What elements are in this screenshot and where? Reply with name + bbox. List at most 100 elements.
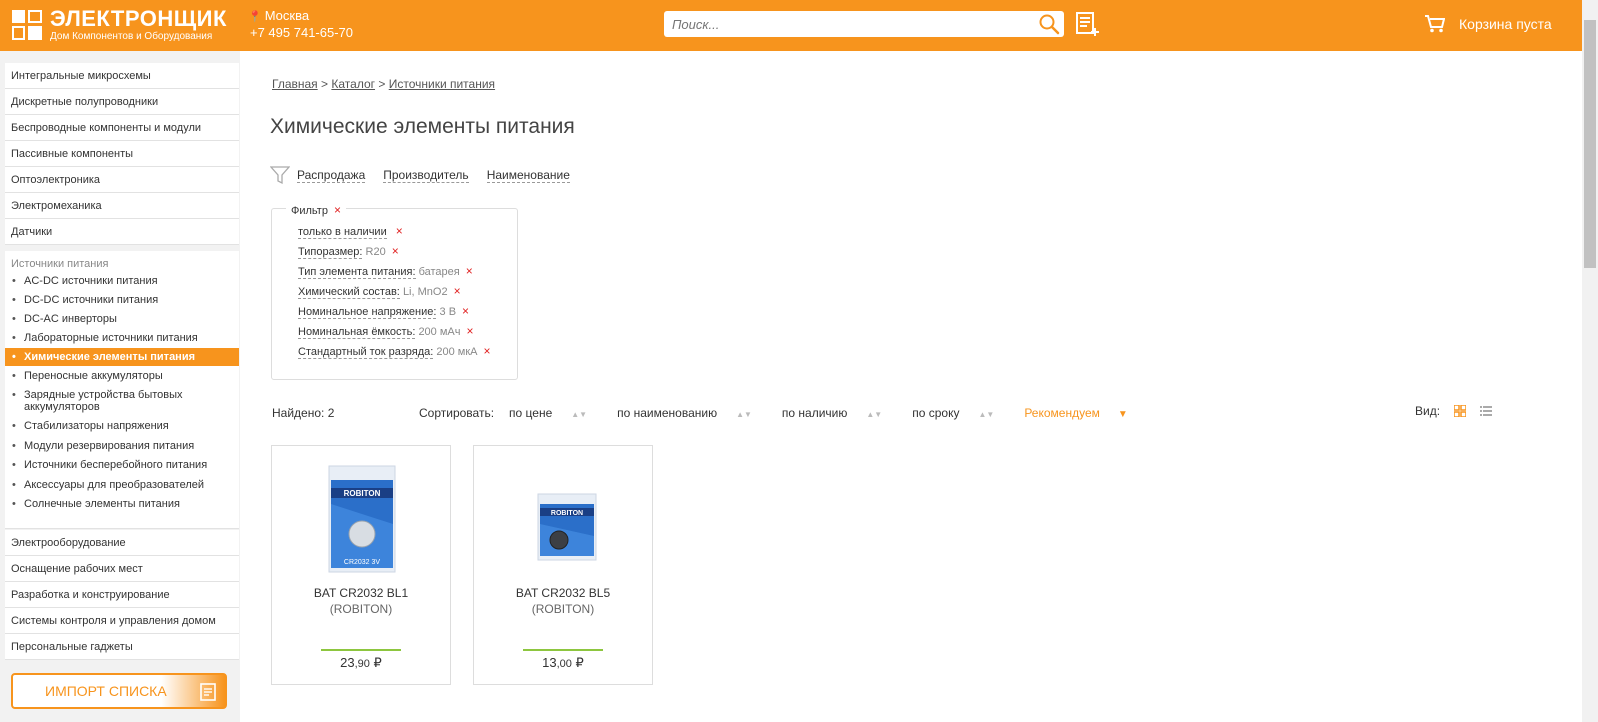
sidebar-item[interactable]: Пассивные компоненты xyxy=(5,141,239,167)
logo[interactable]: ЭЛЕКТРОНЩИК Дом Компонентов и Оборудован… xyxy=(12,5,227,42)
remove-filter-icon[interactable]: × xyxy=(466,324,473,338)
import-list-button[interactable]: ИМПОРТ СПИСКА xyxy=(11,673,227,709)
search-icon[interactable] xyxy=(1038,13,1060,35)
breadcrumb-current[interactable]: Источники питания xyxy=(389,77,495,91)
sidebar-subitem-active[interactable]: Химические элементы питания xyxy=(5,348,239,366)
cart-label: Корзина пуста xyxy=(1459,16,1552,32)
sort-by-term[interactable]: по сроку ▲▼ xyxy=(912,406,1009,420)
page-scrollbar[interactable] xyxy=(1582,0,1598,722)
svg-text:CR2032 3V: CR2032 3V xyxy=(344,559,381,566)
sidebar-subitem[interactable]: Переносные аккумуляторы xyxy=(5,370,239,382)
filter-chip: Типоразмер: R20 × xyxy=(298,244,399,259)
sidebar-subitem[interactable]: AC-DC источники питания xyxy=(5,275,239,287)
product-brand: (ROBITON) xyxy=(531,602,595,616)
filter-link-name[interactable]: Наименование xyxy=(486,168,570,183)
view-switcher: Вид: xyxy=(1415,404,1493,418)
sidebar-subitem[interactable]: Источники бесперебойного питания xyxy=(5,459,239,471)
filter-chip: только в наличии × xyxy=(298,224,403,239)
filter-chip: Тип элемента питания: батарея × xyxy=(298,264,473,279)
sidebar-item[interactable]: Интегральные микросхемы xyxy=(5,63,239,89)
results-count: Найдено: 2 xyxy=(272,406,335,420)
logo-name: ЭЛЕКТРОНЩИК xyxy=(50,5,227,31)
product-name[interactable]: BAT CR2032 BL1 xyxy=(272,586,450,600)
availability-bar xyxy=(321,649,401,651)
filter-link-sale[interactable]: Распродажа xyxy=(297,168,366,183)
sort-by-price[interactable]: по цене ▲▼ xyxy=(509,406,602,420)
product-price: 13,00 ₽ xyxy=(542,655,584,670)
phone-number[interactable]: +7 495 741-65-70 xyxy=(250,25,353,40)
sort-by-name[interactable]: по наименованию ▲▼ xyxy=(617,406,767,420)
filter-chip: Номинальное напряжение: 3 В × xyxy=(298,304,470,319)
sort-arrows-icon: ▲▼ xyxy=(866,410,883,419)
sort-arrows-icon: ▲▼ xyxy=(736,410,752,419)
cart-icon xyxy=(1425,15,1445,33)
sidebar-item[interactable]: Персональные гаджеты xyxy=(5,634,239,660)
import-list-icon xyxy=(200,683,216,701)
filter-funnel-icon xyxy=(270,166,290,185)
import-list-label: ИМПОРТ СПИСКА xyxy=(45,683,167,699)
filter-chip: Стандартный ток разряда: 200 мкА × xyxy=(298,344,491,359)
sort-arrows-icon: ▲▼ xyxy=(571,410,588,419)
city-selector[interactable]: 📍 Москва xyxy=(248,8,309,25)
catalog-sidebar: Интегральные микросхемы Дискретные полуп… xyxy=(0,51,240,722)
grid-view-icon[interactable] xyxy=(1454,405,1467,417)
sidebar-item[interactable]: Беспроводные компоненты и модули xyxy=(5,115,239,141)
product-brand: (ROBITON) xyxy=(329,602,393,616)
sidebar-subitem[interactable]: Аксессуары для преобразователей xyxy=(5,479,239,491)
remove-filter-icon[interactable]: × xyxy=(462,304,469,318)
product-name[interactable]: BAT CR2032 BL5 xyxy=(474,586,652,600)
sidebar-subitem[interactable]: Лабораторные источники питания xyxy=(5,332,239,344)
filter-chip: Номинальная ёмкость: 200 мАч × xyxy=(298,324,474,339)
product-price: 23,90 ₽ xyxy=(340,655,382,670)
sort-by-availability[interactable]: по наличию ▲▼ xyxy=(782,406,897,420)
page-title: Химические элементы питания xyxy=(270,115,575,138)
sort-down-icon: ▼ xyxy=(1117,409,1128,420)
search-box xyxy=(664,11,1064,37)
view-label: Вид: xyxy=(1415,404,1441,418)
sidebar-item[interactable]: Электрооборудование xyxy=(5,530,239,556)
remove-filter-icon[interactable]: × xyxy=(392,244,399,258)
sidebar-item[interactable]: Дискретные полупроводники xyxy=(5,89,239,115)
sort-label: Сортировать: xyxy=(419,406,495,420)
breadcrumb: Главная > Каталог > Источники питания xyxy=(272,77,496,91)
sidebar-subitem[interactable]: DC-AC инверторы xyxy=(5,313,239,325)
product-image[interactable]: ROBITON CR2032 3V xyxy=(327,464,397,574)
remove-filter-icon[interactable]: × xyxy=(396,224,403,238)
logo-mark-icon xyxy=(12,10,42,40)
remove-filter-icon[interactable]: × xyxy=(483,344,490,358)
sort-arrows-icon: ▲▼ xyxy=(978,410,995,419)
product-card[interactable]: ROBITON CR2032 3V BAT CR2032 BL1 (ROBITO… xyxy=(271,445,451,685)
sidebar-subitem[interactable]: Зарядные устройства бытовых аккумуляторо… xyxy=(5,389,195,413)
product-image[interactable]: ROBITON xyxy=(529,464,599,574)
remove-filter-icon[interactable]: × xyxy=(454,284,461,298)
sidebar-section-power: Источники питания AC-DC источники питани… xyxy=(5,251,239,529)
breadcrumb-catalog[interactable]: Каталог xyxy=(331,77,375,91)
sidebar-item[interactable]: Датчики xyxy=(5,219,239,245)
remove-filter-icon[interactable]: × xyxy=(466,264,473,278)
sidebar-subitem[interactable]: DC-DC источники питания xyxy=(5,294,239,306)
svg-text:ROBITON: ROBITON xyxy=(551,510,583,517)
sidebar-subitem[interactable]: Солнечные элементы питания xyxy=(5,498,239,510)
filter-link-manufacturer[interactable]: Производитель xyxy=(383,168,469,183)
sidebar-section-title[interactable]: Источники питания xyxy=(5,251,239,277)
cart-button[interactable]: Корзина пуста xyxy=(1425,15,1552,33)
sort-recommended[interactable]: Рекомендуем ▼ xyxy=(1024,406,1142,420)
sidebar-subitem[interactable]: Модули резервирования питания xyxy=(5,440,239,452)
sidebar-item[interactable]: Электромеханика xyxy=(5,193,239,219)
sidebar-item[interactable]: Оптоэлектроника xyxy=(5,167,239,193)
sidebar-item[interactable]: Разработка и конструирование xyxy=(5,582,239,608)
filter-links: Распродажа Производитель Наименование xyxy=(270,165,588,185)
scrollbar-thumb[interactable] xyxy=(1584,20,1596,268)
sidebar-subitem[interactable]: Стабилизаторы напряжения xyxy=(5,420,239,432)
sort-bar: Сортировать: по цене ▲▼ по наименованию ▲▼… xyxy=(419,406,1158,420)
sidebar-item[interactable]: Системы контроля и управления домом xyxy=(5,608,239,634)
active-filters-box: Фильтр × только в наличии × Типоразмер: R… xyxy=(271,203,518,380)
list-view-icon[interactable] xyxy=(1480,405,1493,417)
clear-filters-icon[interactable]: × xyxy=(334,203,341,217)
sidebar-item[interactable]: Оснащение рабочих мест xyxy=(5,556,239,582)
logo-subtitle: Дом Компонентов и Оборудования xyxy=(50,30,213,42)
quick-order-list-icon[interactable] xyxy=(1075,11,1101,37)
search-input[interactable] xyxy=(664,11,1024,37)
breadcrumb-home[interactable]: Главная xyxy=(272,77,318,91)
product-card[interactable]: ROBITON BAT CR2032 BL5 (ROBITON) 13,00 ₽ xyxy=(473,445,653,685)
